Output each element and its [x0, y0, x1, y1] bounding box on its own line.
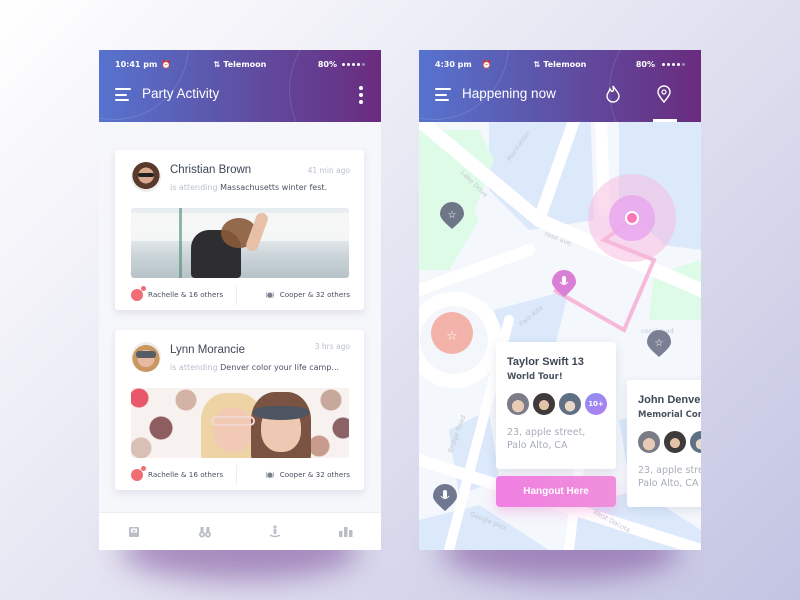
active-tab-indicator [653, 119, 677, 122]
avatar[interactable] [131, 342, 161, 372]
divider [236, 285, 237, 305]
user-name[interactable]: Christian Brown [170, 164, 251, 176]
event-photo[interactable] [131, 388, 349, 458]
likes-text[interactable]: Rachelle & 16 others [148, 470, 223, 479]
kebab-menu-icon[interactable] [359, 86, 363, 104]
microphone-pin-icon[interactable] [552, 270, 576, 298]
microphone-pin-icon[interactable] [433, 484, 457, 512]
page-title: Happening now [462, 86, 556, 101]
page-title: Party Activity [142, 86, 220, 101]
status-time: 4:30 pm [435, 59, 472, 69]
status-bar: 4:30 pm ⏰ ⇅ Telemoon 80% [419, 58, 701, 70]
eye-icon[interactable]: ⟨●⟩ [265, 291, 275, 299]
timestamp: 41 min ago [307, 166, 350, 175]
divider [236, 465, 237, 485]
map-view[interactable]: Manhattan Lake Drive rose ave. Palo Alto… [419, 50, 701, 550]
signal-icon [662, 62, 685, 66]
star-marker-icon[interactable]: ☆ [432, 316, 472, 356]
smiley-heart-icon[interactable] [131, 465, 146, 481]
more-attendees-badge[interactable]: 10+ [584, 392, 608, 416]
activity-card[interactable]: Christian Brown 41 min ago is attending … [115, 150, 364, 310]
event-card[interactable]: John Denver Memorial Concert 23, apple s… [627, 380, 701, 507]
event-subtitle: World Tour! [507, 372, 563, 382]
battery-level: 80% [317, 59, 337, 69]
avatar [689, 430, 701, 454]
battery-level: 80% [635, 59, 655, 69]
user-name[interactable]: Lynn Morancie [170, 344, 245, 356]
hamburger-icon[interactable] [435, 88, 451, 101]
app-header: 10:41 pm ⏰ ⇅ Telemoon 80% Party Activity [99, 50, 381, 122]
card-footer: Rachelle & 16 others ⟨●⟩ Cooper & 32 othe… [115, 459, 364, 490]
activity-text: is attending Massachusetts winter fest. [170, 183, 327, 192]
star-pin-icon[interactable]: ☆ [440, 202, 464, 230]
event-card[interactable]: Taylor Swift 13 World Tour! 10+ 23, appl… [496, 342, 616, 469]
signal-icon [342, 62, 365, 66]
event-link[interactable]: Massachusetts winter fest. [220, 183, 327, 192]
svg-text:☆: ☆ [655, 338, 664, 349]
binoculars-icon[interactable] [198, 525, 212, 539]
carrier-name: Telemoon [543, 59, 587, 69]
party-activity-screen: 10:41 pm ⏰ ⇅ Telemoon 80% Party Activity … [99, 50, 381, 550]
network-icon: ⇅ [533, 59, 541, 69]
hangout-here-button[interactable]: Hangout Here [496, 476, 616, 507]
card-footer: Rachelle & 16 others ⟨●⟩ Cooper & 32 othe… [115, 279, 364, 310]
activity-verb: is attending [170, 363, 218, 372]
avatar [532, 392, 556, 416]
hamburger-icon[interactable] [115, 88, 131, 101]
bottom-tab-bar [99, 512, 381, 550]
likes-text[interactable]: Rachelle & 16 others [148, 290, 223, 299]
network-icon: ⇅ [213, 59, 221, 69]
status-bar: 10:41 pm ⏰ ⇅ Telemoon 80% [99, 58, 381, 70]
event-title: John Denver [638, 394, 701, 406]
attendee-avatars[interactable]: 10+ [506, 392, 608, 416]
views-text[interactable]: Cooper & 32 others [280, 290, 350, 299]
location-pin-icon[interactable] [657, 85, 671, 107]
carrier-name: Telemoon [223, 59, 267, 69]
timestamp: 3 hrs ago [314, 342, 350, 351]
alarm-icon: ⏰ [161, 59, 172, 69]
stats-icon[interactable] [338, 525, 353, 539]
avatar [558, 392, 582, 416]
avatar[interactable] [131, 162, 161, 192]
app-header: 4:30 pm ⏰ ⇅ Telemoon 80% Happening now [419, 50, 701, 122]
event-address: 23, apple street,Palo Alto, CA [507, 427, 586, 451]
event-link[interactable]: Denver color your life camp... [220, 363, 339, 372]
flame-icon[interactable] [605, 85, 621, 107]
avatar [506, 392, 530, 416]
inbox-icon[interactable] [127, 525, 141, 539]
activity-verb: is attending [170, 183, 218, 192]
activity-card[interactable]: Lynn Morancie 3 hrs ago is attending Den… [115, 330, 364, 490]
smiley-heart-icon[interactable] [131, 285, 146, 301]
status-time: 10:41 pm [115, 59, 158, 69]
star-pin-icon[interactable]: ☆ [647, 330, 671, 358]
views-text[interactable]: Cooper & 32 others [280, 470, 350, 479]
avatar [637, 430, 661, 454]
event-subtitle: Memorial Concert [638, 410, 701, 420]
event-address: 23, apple street,Palo Alto, CA [638, 465, 701, 489]
happening-now-screen: Manhattan Lake Drive rose ave. Palo Alto… [419, 50, 701, 550]
activity-text: is attending Denver color your life camp… [170, 363, 339, 372]
event-title: Taylor Swift 13 [507, 356, 584, 368]
event-photo[interactable] [131, 208, 349, 278]
alarm-icon: ⏰ [481, 59, 492, 69]
avatar [663, 430, 687, 454]
svg-text:☆: ☆ [448, 210, 457, 221]
eye-icon[interactable]: ⟨●⟩ [265, 471, 275, 479]
attendee-avatars[interactable] [637, 430, 701, 454]
person-download-icon[interactable] [268, 524, 282, 539]
